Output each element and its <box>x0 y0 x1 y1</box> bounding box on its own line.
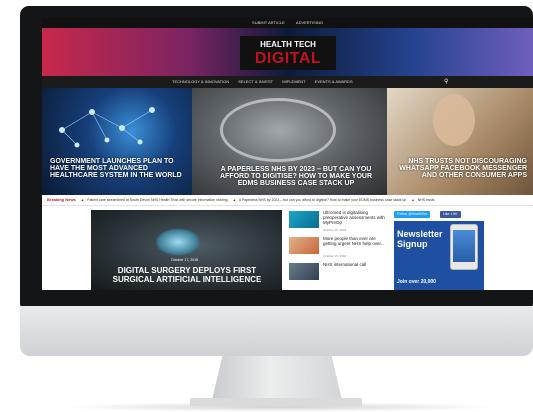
ticker-item[interactable]: NHS trusts <box>418 198 435 202</box>
nav-item-implement[interactable]: IMPLEMENT <box>282 79 305 84</box>
featured-article-title[interactable]: DIGITAL SURGERY DEPLOYS FIRST SURGICAL A… <box>101 266 273 284</box>
ticker-marker-icon: ▲ <box>80 198 85 202</box>
imac-mockup: SUBMIT ARTICLE ADVERTISING HEALTH TECH D… <box>0 0 533 412</box>
list-item[interactable]: NHS international call <box>289 262 389 288</box>
article-title[interactable]: More people than ever are getting urgent… <box>323 236 389 246</box>
article-date: October 15, 2018 <box>323 228 347 232</box>
ticker-marker-icon: ▲ <box>411 198 415 202</box>
article-thumbnail[interactable] <box>289 237 319 254</box>
breaking-news-label: Breaking News <box>47 197 76 202</box>
main-nav: TECHNOLOGY & INNOVATION SELECT & INVEST … <box>42 76 533 88</box>
hero-title-2: A PAPERLESS NHS BY 2023 – BUT CAN YOU AF… <box>219 166 373 187</box>
twitter-follow-button[interactable]: Follow @HealthTec <box>394 211 431 218</box>
hero-title-3: NHS TRUSTS NOT DISCOURAGING WHATSAPP FAC… <box>399 158 527 179</box>
ticker-item[interactable]: A Paperless NHS by 2023 – but can you af… <box>239 198 406 202</box>
network-illustration <box>59 107 155 148</box>
logo-line-1: HEALTH TECH <box>260 40 316 49</box>
featured-article-date: October 17, 2018 <box>171 258 199 262</box>
ticker-marker-icon: ▲ <box>232 198 237 202</box>
stethoscope-illustration <box>220 98 336 162</box>
article-thumbnail[interactable] <box>289 211 319 228</box>
newsletter-title: Newsletter Signup <box>397 229 443 249</box>
site-logo[interactable]: HEALTH TECH DIGITAL <box>240 36 336 70</box>
hero-panel-2[interactable]: A PAPERLESS NHS BY 2023 – BUT CAN YOU AF… <box>192 88 387 195</box>
top-bar: SUBMIT ARTICLE ADVERTISING <box>42 18 533 28</box>
logo-line-2: DIGITAL <box>254 50 322 67</box>
person-illustration <box>433 94 475 146</box>
nav-item-select-invest[interactable]: SELECT & INVEST <box>238 79 273 84</box>
surgery-monitor-illustration <box>155 228 201 256</box>
search-icon[interactable]: ⚲ <box>444 76 448 88</box>
featured-article[interactable]: October 17, 2018 DIGITAL SURGERY DEPLOYS… <box>91 210 282 290</box>
side-article-list: Ultromed is digitalising preoperative as… <box>289 210 389 290</box>
monitor-stand <box>212 356 342 400</box>
article-title[interactable]: NHS international call <box>323 262 389 267</box>
newsletter-join-text: Join over 20,000 <box>397 279 436 285</box>
screen: SUBMIT ARTICLE ADVERTISING HEALTH TECH D… <box>42 18 533 290</box>
facebook-like-button[interactable]: Like 1.5K <box>440 211 461 218</box>
hero-panel-3[interactable]: NHS TRUSTS NOT DISCOURAGING WHATSAPP FAC… <box>387 88 533 195</box>
article-thumbnail[interactable] <box>289 263 319 280</box>
phone-illustration <box>450 224 478 270</box>
monitor-base <box>190 398 362 406</box>
site-header: HEALTH TECH DIGITAL <box>42 28 533 76</box>
article-title[interactable]: Ultromed is digitalising preoperative as… <box>323 210 389 225</box>
hero-title-1: GOVERNMENT LAUNCHES PLAN TO HAVE THE MOS… <box>50 158 182 179</box>
hero-carousel: GOVERNMENT LAUNCHES PLAN TO HAVE THE MOS… <box>42 88 533 195</box>
nav-item-events-awards[interactable]: EVENTS & AWARDS <box>315 79 353 84</box>
monitor-chin <box>20 306 533 356</box>
ticker-item[interactable]: Patient care streamlined at South Devon … <box>87 198 227 202</box>
article-date: October 15, 2018 <box>323 254 347 258</box>
nav-item-technology-innovation[interactable]: TECHNOLOGY & INNOVATION <box>172 79 229 84</box>
advertising-link[interactable]: ADVERTISING <box>296 20 323 25</box>
newsletter-widget[interactable]: Newsletter Signup Join over 20,000 <box>394 221 484 290</box>
list-item[interactable]: More people than ever are getting urgent… <box>289 236 389 262</box>
submit-article-link[interactable]: SUBMIT ARTICLE <box>252 20 285 25</box>
list-item[interactable]: Ultromed is digitalising preoperative as… <box>289 210 389 236</box>
breaking-news-ticker: Breaking News ▲ Patient care streamlined… <box>42 195 533 206</box>
hero-panel-1[interactable]: GOVERNMENT LAUNCHES PLAN TO HAVE THE MOS… <box>42 88 192 195</box>
